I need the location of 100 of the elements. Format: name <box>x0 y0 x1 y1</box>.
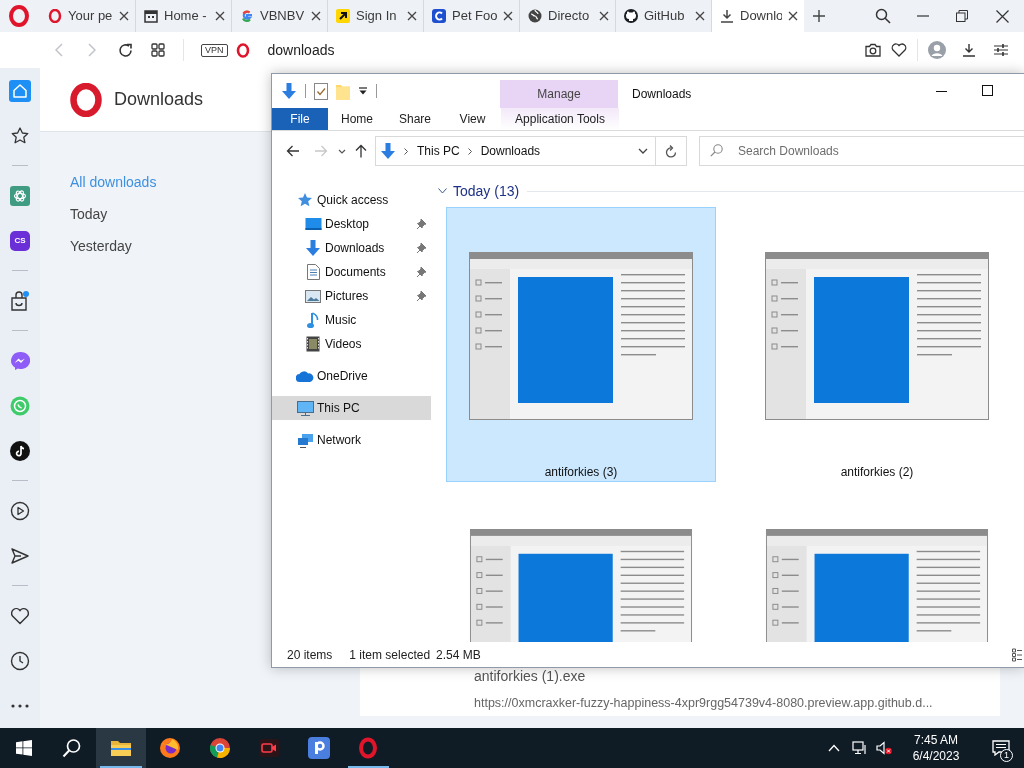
heart-icon[interactable] <box>10 606 30 625</box>
app-badge[interactable]: CS <box>10 230 30 251</box>
settings-icon[interactable] <box>994 44 1008 56</box>
nav-pane-item[interactable]: Videos <box>272 332 431 356</box>
nav-pane-item[interactable]: Pictures <box>272 284 431 308</box>
back-icon[interactable] <box>286 145 300 157</box>
clock-date[interactable]: 6/4/2023 <box>912 748 960 764</box>
clock-time[interactable]: 7:45 AM <box>914 732 958 748</box>
maximize-icon[interactable] <box>982 85 993 96</box>
file-name[interactable]: antiforkies (1).exe <box>474 669 1000 683</box>
tabs-grid-icon[interactable] <box>151 43 165 57</box>
close-icon[interactable] <box>695 11 705 21</box>
browser-tab[interactable]: Downlo <box>712 0 804 32</box>
close-icon[interactable] <box>503 11 513 21</box>
file-tile[interactable]: antiforkies (2) <box>742 207 1012 482</box>
file-label: antiforkies (2) <box>840 464 914 480</box>
plus-icon[interactable] <box>813 10 825 22</box>
ribbon-tab[interactable]: Home <box>328 108 386 130</box>
chevron-right-icon <box>404 147 408 155</box>
letter-tile-icon <box>432 9 446 23</box>
up-icon[interactable] <box>355 144 367 158</box>
send-icon[interactable] <box>10 545 30 566</box>
pin-icon <box>417 291 426 301</box>
nav-link[interactable]: Today <box>70 198 108 230</box>
vpn-badge[interactable]: VPN <box>201 43 228 57</box>
file-url[interactable]: https://0xmcraxker-fuzzy-happiness-4xpr9rgg54739v4-8080.preview.app.github.d... <box>474 696 1000 710</box>
search-icon[interactable] <box>62 738 82 758</box>
start-icon[interactable] <box>16 740 32 756</box>
tab-title: Pet Foo <box>452 7 497 26</box>
address-field[interactable]: This PC Downloads <box>375 136 656 166</box>
nav-pane-item[interactable]: Music <box>272 308 431 332</box>
avatar-icon[interactable] <box>928 41 946 59</box>
nav-pane-item[interactable]: Documents <box>272 260 431 284</box>
close-icon[interactable] <box>996 9 1009 23</box>
taskbar-button[interactable] <box>96 728 146 768</box>
selection-info: 1 item selected <box>349 646 431 664</box>
camera-icon[interactable] <box>865 43 881 57</box>
nav-link[interactable]: Yesterday <box>70 230 132 262</box>
group-header[interactable]: Today (13) <box>453 180 520 202</box>
search-icon <box>710 144 723 157</box>
breadcrumb-item[interactable]: Downloads <box>480 142 541 160</box>
ribbon-tab[interactable]: File <box>272 108 328 130</box>
tab-title: Sign In <box>356 7 398 26</box>
ribbon-tab[interactable]: View <box>444 108 501 130</box>
tab-title: GitHub <box>644 7 686 26</box>
dropdown-icon[interactable] <box>638 148 648 154</box>
globe-icon <box>528 9 542 23</box>
close-icon[interactable] <box>311 11 321 21</box>
more-icon[interactable] <box>11 703 29 708</box>
network-icon[interactable] <box>852 741 868 755</box>
document-icon <box>306 264 320 280</box>
window-title: Downloads <box>632 86 692 103</box>
chevron-right-icon <box>467 147 472 155</box>
url-text[interactable]: downloads <box>267 39 335 61</box>
music-note-icon[interactable] <box>10 440 30 461</box>
search-field[interactable]: Search Downloads <box>699 136 1024 166</box>
download-icon[interactable] <box>962 43 976 57</box>
flower-knot-icon[interactable] <box>10 185 30 206</box>
chevron-up-icon[interactable] <box>828 744 840 752</box>
nav-pane-item[interactable]: Quick access <box>272 188 431 212</box>
clock-icon[interactable] <box>10 650 30 671</box>
restore-icon[interactable] <box>956 10 968 22</box>
star-icon[interactable] <box>10 125 30 146</box>
refresh-button[interactable] <box>656 136 687 166</box>
music-icon <box>307 311 319 329</box>
breadcrumb-item[interactable]: This PC <box>417 142 460 160</box>
close-icon[interactable] <box>119 11 129 21</box>
recent-locations-icon[interactable] <box>338 148 346 154</box>
chat-bubble-icon[interactable] <box>10 350 30 371</box>
nav-pane-item[interactable]: Network <box>272 428 431 452</box>
download-arrow-icon[interactable] <box>281 82 297 100</box>
fox-globe-icon <box>159 737 182 759</box>
nav-pane-item[interactable]: This PC <box>272 396 431 420</box>
properties-icon[interactable] <box>314 82 328 100</box>
search-icon[interactable] <box>875 8 891 24</box>
pin-icon <box>417 243 426 253</box>
volume-muted-icon[interactable] <box>876 741 892 755</box>
chevron-icon[interactable] <box>438 188 447 194</box>
nav-pane-item[interactable]: Desktop <box>272 212 431 236</box>
opera-logo-icon[interactable] <box>8 5 30 27</box>
ribbon-tab[interactable]: Share <box>386 108 444 130</box>
play-icon[interactable] <box>10 500 30 521</box>
close-icon[interactable] <box>788 11 798 21</box>
tab-title: Downlo <box>740 7 782 26</box>
item-count: 20 items <box>287 646 333 664</box>
reload-icon[interactable] <box>118 42 133 58</box>
close-icon[interactable] <box>599 11 609 21</box>
details-view-icon[interactable] <box>1012 647 1022 662</box>
nav-pane-item[interactable]: Downloads <box>272 236 431 260</box>
shopping-bag-icon[interactable] <box>10 289 30 312</box>
download-icon <box>305 239 321 257</box>
file-tile[interactable]: antiforkies (3) <box>446 207 716 482</box>
home-icon[interactable] <box>9 79 31 102</box>
dropdown-icon[interactable] <box>358 87 368 95</box>
close-icon[interactable] <box>407 11 417 21</box>
ribbon-tab[interactable]: Application Tools <box>501 108 619 130</box>
close-icon[interactable] <box>215 11 225 21</box>
nav-pane-item[interactable]: OneDrive <box>272 364 431 388</box>
heart-icon[interactable] <box>891 43 907 57</box>
notifications-icon[interactable] <box>992 740 1010 756</box>
